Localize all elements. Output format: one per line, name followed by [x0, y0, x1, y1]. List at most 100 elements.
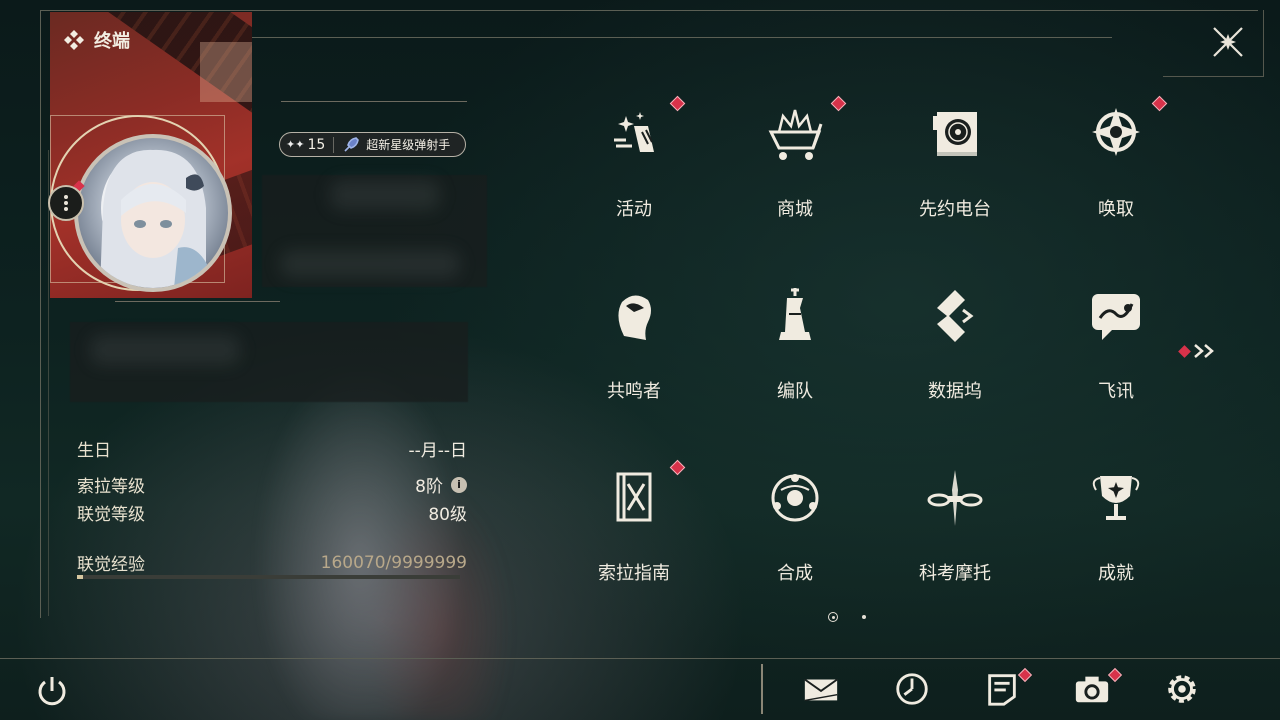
left-frame-line [40, 10, 41, 618]
union-exp-progress-fill [77, 575, 84, 579]
menu-item-label: 索拉指南 [598, 563, 670, 584]
menu-item-label: 活动 [616, 199, 652, 220]
team-chess-icon [765, 286, 825, 346]
name-divider [281, 101, 467, 102]
clock-button[interactable] [893, 670, 933, 710]
menu-item-label: 共鸣者 [607, 381, 661, 402]
birthday-row: 生日 --月--日 [77, 436, 467, 461]
bottom-bar-separator [761, 664, 763, 714]
settings-button[interactable] [1163, 670, 1203, 710]
sola-level-value: 8阶 [415, 477, 443, 497]
profile-more-button[interactable] [48, 185, 84, 221]
notification-dot [830, 95, 847, 112]
menu-item-label: 商城 [777, 199, 813, 220]
power-button[interactable] [33, 672, 71, 710]
close-icon [1213, 27, 1243, 57]
info-icon[interactable]: i [451, 476, 467, 493]
menu-item-label: 科考摩托 [919, 563, 991, 584]
menu-item-label: 先约电台 [919, 199, 991, 220]
notification-dot [669, 459, 686, 476]
mail-button[interactable] [802, 670, 842, 710]
achievement-trophy-icon [1086, 468, 1146, 528]
page-indicator [828, 612, 866, 622]
menu-item-label: 唤取 [1098, 199, 1134, 220]
card-art-highlight [200, 42, 252, 102]
union-level-badge: ✦✦ 15 [286, 136, 335, 153]
mail-icon [804, 678, 838, 702]
notification-dot [1151, 95, 1168, 112]
rocket-icon [342, 136, 360, 154]
menu-item-convene[interactable]: 唤取 [1041, 89, 1191, 239]
notes-icon [988, 674, 1016, 706]
menu-item-label: 编队 [777, 381, 813, 402]
union-level-number: 15 [307, 136, 326, 153]
message-chat-icon [1086, 286, 1146, 346]
menu-item-sola-guide[interactable]: 索拉指南 [559, 453, 709, 603]
menu-item-label: 成就 [1098, 563, 1134, 584]
gear-icon [1168, 675, 1196, 703]
notification-dot [1178, 344, 1191, 358]
left-inner-frame-line [48, 150, 49, 616]
union-exp-row: 联觉经验 160070/9999999 [77, 550, 467, 576]
menu-item-event[interactable]: 活动 [559, 89, 709, 239]
synthesis-icon [765, 468, 825, 528]
sola-level-row: 索拉等级 8阶 i [77, 472, 467, 497]
menu-item-messages[interactable]: 飞讯 [1041, 271, 1191, 421]
double-chevron-right-icon [1194, 344, 1214, 358]
more-vertical-icon [64, 195, 68, 211]
birthday-value: --月--日 [408, 441, 467, 461]
camera-button[interactable] [1073, 670, 1113, 710]
motorbike-icon [925, 468, 985, 528]
menu-item-label: 合成 [777, 563, 813, 584]
union-exp-progress-bar [77, 575, 460, 579]
shop-crown-cart-icon [765, 104, 825, 164]
data-bank-icon [925, 286, 985, 346]
union-level-row: 联觉等级 80级 [77, 500, 467, 525]
menu-item-label: 数据坞 [928, 381, 982, 402]
menu-item-synthesis[interactable]: 合成 [720, 453, 870, 603]
notes-button[interactable] [983, 670, 1023, 710]
menu-item-motorbike[interactable]: 科考摩托 [880, 453, 1030, 603]
radio-icon [925, 104, 985, 164]
top-frame-line [40, 10, 1258, 11]
title-badge-label: 超新星级弹射手 [366, 138, 451, 152]
page-dot-active[interactable] [828, 612, 838, 622]
next-page-button[interactable] [1178, 340, 1222, 362]
menu-item-label: 飞讯 [1098, 381, 1134, 402]
union-exp-label: 联觉经验 [77, 555, 145, 575]
menu-item-team[interactable]: 编队 [720, 271, 870, 421]
avatar-portrait-image [100, 149, 208, 288]
union-level-value: 80级 [428, 505, 467, 525]
blur-smudge [280, 250, 460, 278]
bottom-bar-divider [0, 658, 1280, 659]
sola-level-label: 索拉等级 [77, 477, 145, 497]
clock-icon [896, 673, 928, 705]
terminal-diamond-icon [62, 28, 86, 52]
menu-item-resonator[interactable]: 共鸣者 [559, 271, 709, 421]
menu-item-achievement[interactable]: 成就 [1041, 453, 1191, 603]
notification-dot [669, 95, 686, 112]
power-icon [38, 677, 66, 706]
convene-compass-icon [1086, 104, 1146, 164]
page-header: 终端 [62, 27, 130, 53]
sparkle-icon: ✦✦ [286, 138, 305, 151]
menu-item-radio[interactable]: 先约电台 [880, 89, 1030, 239]
blur-smudge [90, 335, 240, 365]
union-exp-value: 160070/9999999 [320, 552, 467, 573]
resonator-head-icon [604, 286, 664, 346]
event-icon [604, 104, 664, 164]
menu-item-shop[interactable]: 商城 [720, 89, 870, 239]
union-level-label: 联觉等级 [77, 505, 145, 525]
title-badge-pill[interactable]: ✦✦ 15 超新星级弹射手 [279, 132, 466, 157]
sola-level-value-wrap: 8阶 i [415, 472, 467, 497]
close-button[interactable] [1206, 20, 1250, 64]
birthday-label: 生日 [77, 441, 111, 461]
blur-smudge [330, 180, 440, 210]
player-avatar[interactable] [74, 134, 232, 292]
header-frame-line [252, 37, 1112, 38]
menu-item-data-bank[interactable]: 数据坞 [880, 271, 1030, 421]
page-dot[interactable] [862, 615, 866, 619]
guide-book-icon [604, 468, 664, 528]
page-title: 终端 [94, 31, 130, 52]
camera-icon [1075, 676, 1109, 703]
